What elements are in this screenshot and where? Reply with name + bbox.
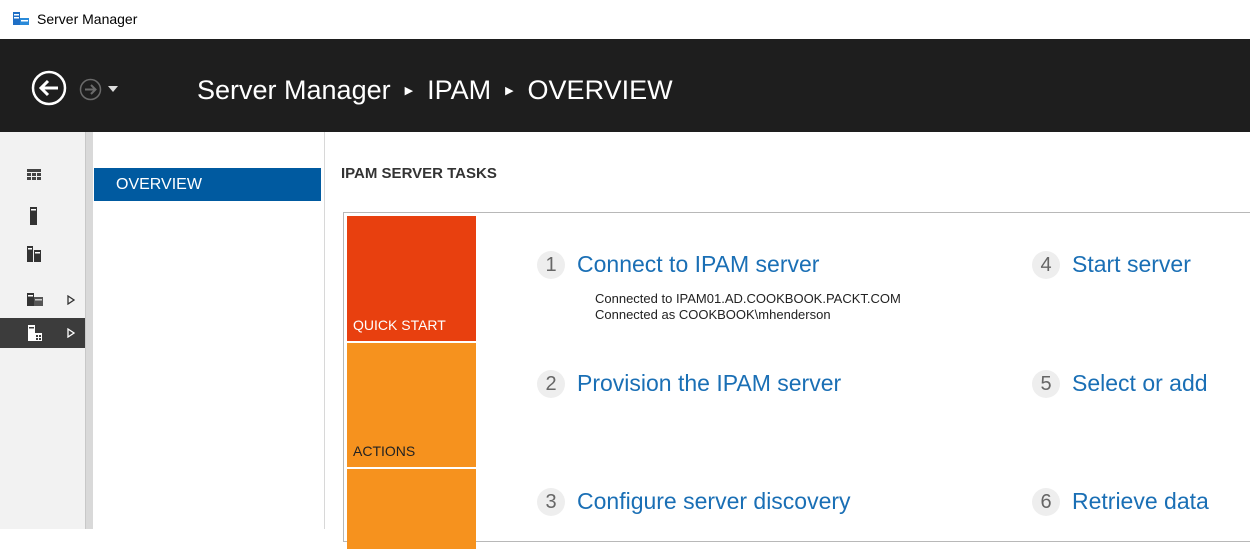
- sidebar-item-dashboard[interactable]: [0, 161, 85, 191]
- header-bar: Server Manager ▶ IPAM ▶ OVERVIEW: [0, 39, 1250, 132]
- dashboard-icon: [27, 169, 41, 180]
- connected-user-text: Connected as COOKBOOK\mhenderson: [595, 307, 831, 322]
- step-number: 1: [537, 251, 565, 279]
- expand-arrow-icon[interactable]: [67, 295, 75, 305]
- breadcrumb-ipam[interactable]: IPAM: [427, 75, 491, 106]
- file-storage-icon: [27, 293, 43, 306]
- step-number: 6: [1032, 488, 1060, 516]
- expand-arrow-icon[interactable]: [67, 328, 75, 338]
- sidebar-rail: [0, 132, 85, 529]
- learn-more-tile[interactable]: [347, 469, 476, 549]
- quick-start-label: QUICK START: [353, 317, 446, 333]
- actions-tile[interactable]: ACTIONS: [347, 343, 476, 467]
- step-number: 5: [1032, 370, 1060, 398]
- sidebar-item-ipam[interactable]: [0, 318, 85, 348]
- history-dropdown-icon[interactable]: [107, 85, 119, 93]
- retrieve-data-link[interactable]: Retrieve data: [1072, 488, 1209, 515]
- breadcrumb-overview: OVERVIEW: [527, 74, 673, 105]
- window-title: Server Manager: [37, 11, 138, 27]
- step-number: 2: [537, 370, 565, 398]
- sidebar-divider: [85, 132, 93, 529]
- main-content: IPAM SERVER TASKS QUICK START ACTIONS 1 …: [326, 132, 1250, 549]
- step-2: 2 Provision the IPAM server: [537, 370, 841, 399]
- step-number: 4: [1032, 251, 1060, 279]
- provision-ipam-server-link[interactable]: Provision the IPAM server: [577, 370, 841, 397]
- navigation-panel: OVERVIEW: [93, 132, 325, 529]
- connection-status: Connected to IPAM01.AD.COOKBOOK.PACKT.CO…: [595, 291, 901, 323]
- all-servers-icon: [27, 246, 41, 262]
- breadcrumb-separator-icon: ▶: [404, 84, 414, 97]
- tasks-panel: QUICK START ACTIONS 1 Connect to IPAM se…: [343, 212, 1250, 549]
- breadcrumb: Server Manager ▶ IPAM ▶ OVERVIEW: [197, 72, 673, 108]
- connect-to-ipam-server-link[interactable]: Connect to IPAM server: [577, 251, 819, 278]
- breadcrumb-server-manager[interactable]: Server Manager: [197, 75, 391, 106]
- connected-server-text: Connected to IPAM01.AD.COOKBOOK.PACKT.CO…: [595, 291, 901, 306]
- local-server-icon: [30, 207, 37, 225]
- breadcrumb-separator-icon: ▶: [505, 84, 514, 97]
- window-title-bar: Server Manager: [0, 0, 1250, 39]
- section-title: IPAM SERVER TASKS: [341, 165, 497, 182]
- step-5: 5 Select or add: [1032, 370, 1208, 399]
- step-number: 3: [537, 488, 565, 516]
- select-or-add-servers-link[interactable]: Select or add: [1072, 370, 1208, 397]
- step-3: 3 Configure server discovery: [537, 488, 851, 517]
- step-6: 6 Retrieve data: [1032, 488, 1209, 517]
- nav-item-overview[interactable]: OVERVIEW: [94, 168, 321, 201]
- start-server-discovery-link[interactable]: Start server: [1072, 251, 1191, 278]
- quick-start-tile[interactable]: QUICK START: [347, 216, 476, 341]
- back-arrow-icon[interactable]: [31, 70, 67, 106]
- sidebar-item-file-storage[interactable]: [0, 285, 85, 315]
- step-1: 1 Connect to IPAM server: [537, 251, 819, 280]
- server-manager-icon: [13, 12, 29, 25]
- ipam-icon: [28, 325, 42, 341]
- forward-arrow-icon[interactable]: [79, 78, 102, 101]
- actions-label: ACTIONS: [353, 443, 416, 459]
- sidebar-item-all-servers[interactable]: [0, 242, 85, 272]
- step-4: 4 Start server: [1032, 251, 1191, 280]
- sidebar-item-local-server[interactable]: [0, 204, 85, 234]
- configure-server-discovery-link[interactable]: Configure server discovery: [577, 488, 851, 515]
